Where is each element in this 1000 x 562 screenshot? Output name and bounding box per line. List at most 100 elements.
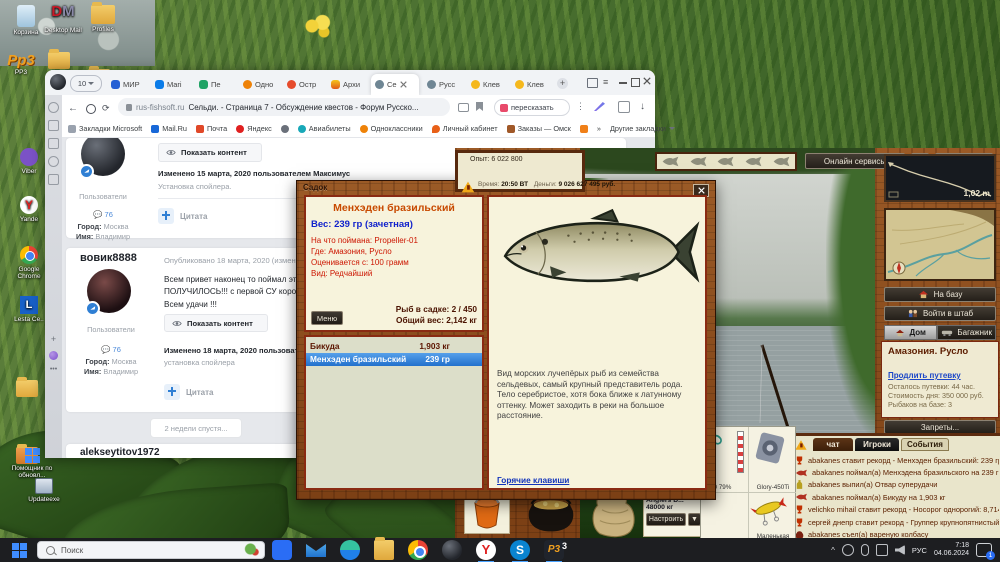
taskbar-app-mail[interactable] <box>306 540 326 560</box>
history-icon[interactable] <box>48 102 59 113</box>
bookmark-yandex[interactable]: Яндекс <box>236 124 272 133</box>
more-vert-icon[interactable]: ⋮ <box>576 101 585 112</box>
minimap[interactable] <box>884 208 996 281</box>
tab-events[interactable]: События <box>901 438 949 451</box>
enter-hq-button[interactable]: Войти в штаб <box>884 306 996 321</box>
bookmark-mailru[interactable]: Mail.Ru <box>151 124 187 133</box>
gift-icon[interactable] <box>618 101 630 113</box>
tab-count-icon[interactable] <box>48 120 59 131</box>
speaker-icon[interactable] <box>895 545 905 555</box>
start-button[interactable] <box>12 543 27 558</box>
tab-seldi-active[interactable]: Се <box>371 74 419 95</box>
tab-home[interactable]: Дом <box>884 325 937 340</box>
notifications-icon[interactable]: 1 <box>976 543 992 557</box>
quote-button[interactable]: Цитата <box>186 388 214 397</box>
desktop-icon-yandex[interactable]: Y Yande <box>12 196 46 223</box>
tab-trunk[interactable]: Багажник <box>937 325 996 340</box>
retell-button[interactable]: пересказать <box>494 99 570 116</box>
minimize-button[interactable] <box>619 82 627 84</box>
tab-russ[interactable]: Русс <box>423 74 467 95</box>
post-author[interactable]: вовик8888 <box>80 252 137 264</box>
add-icon[interactable]: + <box>49 335 58 344</box>
desktop-icon-rr3[interactable]: Рр3 РР3 <box>0 52 44 77</box>
desktop-folder-icon[interactable] <box>16 380 38 397</box>
tackle-slot-reel[interactable]: Glory-450Ti <box>749 427 796 493</box>
search-box[interactable]: Поиск <box>37 541 265 559</box>
desktop-icon-viber[interactable]: Viber <box>12 148 46 175</box>
more-icon[interactable]: ••• <box>49 367 58 376</box>
post-author[interactable]: alekseytitov1972 <box>80 447 160 458</box>
bookmark-ok[interactable]: Одноклассники <box>360 124 423 133</box>
clock[interactable]: 7:18 04.06.2024 <box>934 542 969 559</box>
reload-icon[interactable]: ⟳ <box>102 103 110 114</box>
taskbar-app-skype[interactable]: S <box>510 540 530 560</box>
download-icon[interactable]: ↓ <box>640 101 645 112</box>
desktop-icon-lesta[interactable]: L Lesta Ce.. <box>12 296 46 323</box>
copy-icon[interactable] <box>48 138 59 149</box>
to-base-button[interactable]: На базу <box>884 287 996 302</box>
bookmark-orders[interactable]: Заказы — Омск <box>507 124 571 133</box>
taskbar-app-person[interactable] <box>442 540 462 560</box>
tab-klev1[interactable]: Клев <box>467 74 511 95</box>
taskbar-app-chrome[interactable] <box>408 540 428 560</box>
desktop-icon-updateexe[interactable]: Updateexe <box>18 478 70 503</box>
quote-plus-icon[interactable] <box>164 384 180 400</box>
tab-ostr[interactable]: Остр <box>283 74 327 95</box>
tab-chat[interactable]: чат <box>813 438 853 451</box>
other-bookmarks[interactable]: Другие закладки <box>610 124 675 133</box>
tab-klev2[interactable]: Клев <box>511 74 555 95</box>
language-indicator[interactable]: РУС <box>912 546 927 555</box>
quote-button[interactable]: Цитата <box>180 212 208 221</box>
new-tab-button[interactable]: + <box>557 78 568 89</box>
tab-mari[interactable]: Mari <box>151 74 195 95</box>
comments-icon[interactable] <box>458 103 469 112</box>
tab-counter[interactable]: 10 <box>70 75 102 92</box>
taskbar-app-yandex-browser[interactable]: Y <box>476 540 496 560</box>
tray-expand-icon[interactable]: ^ <box>831 546 835 555</box>
tab-arhi[interactable]: Архи <box>327 74 371 95</box>
bookmark-folder[interactable]: Закладки Microsoft <box>68 124 142 133</box>
bookmarks-overflow[interactable]: » <box>597 124 601 133</box>
dialog-menu-button[interactable]: Меню <box>311 311 343 325</box>
list-item[interactable]: Бикуда1,903 кг <box>306 339 482 353</box>
show-content-button[interactable]: Показать контент <box>164 314 268 332</box>
tackle-slot-empty[interactable] <box>701 493 749 540</box>
quote-plus-icon[interactable] <box>158 208 174 224</box>
edit-pencil-icon[interactable] <box>594 102 605 111</box>
sidebar-toggle-icon[interactable] <box>587 78 598 88</box>
bookmark-orange[interactable] <box>580 125 588 133</box>
tray-onedrive-icon[interactable] <box>842 544 854 556</box>
tab-players[interactable]: Игроки <box>855 438 899 451</box>
bookmark-gear[interactable] <box>281 125 289 133</box>
extend-ticket-link[interactable]: Продлить путевку <box>888 371 992 380</box>
desktop-icon-chrome[interactable]: Google Chrome <box>12 246 46 281</box>
play-icon[interactable] <box>48 156 59 167</box>
hotkeys-link[interactable]: Горячие клавиши <box>497 475 569 485</box>
protect-icon[interactable] <box>86 104 96 114</box>
bookmark-cabinet[interactable]: Личный кабинет <box>432 124 498 133</box>
list-item-selected[interactable]: Менхэден бразильский239 гр <box>306 353 482 367</box>
screenshot-icon[interactable] <box>48 174 59 185</box>
desktop-folder-icon[interactable] <box>48 52 70 69</box>
trophy-fish-strip[interactable] <box>655 152 797 171</box>
menu-icon[interactable]: ≡ <box>603 77 613 87</box>
desktop-icon-profiles[interactable]: Profiles <box>80 5 126 33</box>
configure-button[interactable]: Настроить <box>646 513 686 526</box>
network-icon[interactable] <box>876 544 888 556</box>
alice-icon[interactable] <box>49 351 58 360</box>
close-window-button[interactable] <box>643 77 651 87</box>
back-icon[interactable]: ← <box>68 103 78 114</box>
show-content-button[interactable]: Показать контент <box>158 143 262 162</box>
microphone-icon[interactable] <box>861 544 869 556</box>
tab-mir[interactable]: МИР <box>107 74 151 95</box>
taskbar-app-store[interactable] <box>272 540 292 560</box>
bookmark-flag-icon[interactable] <box>476 102 483 111</box>
taskbar-app-explorer[interactable] <box>374 540 394 560</box>
bans-button[interactable]: Запреты... <box>884 420 996 434</box>
browser-profile-avatar[interactable] <box>50 74 66 90</box>
tab-pe[interactable]: Пе <box>195 74 239 95</box>
maximize-button[interactable] <box>631 78 640 87</box>
taskbar-app-rr3[interactable]: Р33 <box>544 540 564 560</box>
taskbar-app-edge[interactable] <box>340 540 360 560</box>
tab-odno[interactable]: Одно <box>239 74 283 95</box>
